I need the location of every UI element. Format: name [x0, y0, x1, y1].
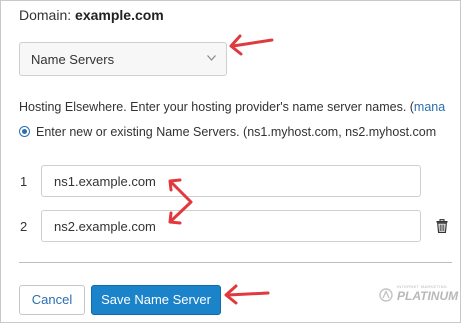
platinum-logo-icon	[379, 288, 393, 302]
domain-label: Domain:	[19, 7, 72, 23]
annotation-arrow	[229, 34, 274, 56]
radio-label: Enter new or existing Name Servers. (ns1…	[36, 125, 437, 139]
nameserver-number: 1	[20, 174, 28, 189]
hosting-info-text: Hosting Elsewhere. Enter your hosting pr…	[19, 100, 445, 114]
custom-nameservers-option[interactable]: Enter new or existing Name Servers. (ns1…	[19, 125, 436, 139]
divider	[19, 262, 452, 263]
radio-button[interactable]	[19, 126, 30, 137]
select-value: Name Servers	[31, 52, 115, 67]
nameserver-number: 2	[20, 219, 28, 234]
save-nameserver-button[interactable]: Save Name Server	[91, 285, 221, 315]
nameserver-type-select[interactable]: Name Servers	[19, 42, 227, 76]
nameserver-2-input[interactable]: ns2.example.com	[41, 210, 421, 242]
nameserver-1-input[interactable]: ns1.example.com	[41, 165, 421, 197]
info-text: Hosting Elsewhere. Enter your hosting pr…	[19, 100, 414, 114]
domain-value: example.com	[75, 7, 164, 23]
chevron-down-icon	[207, 55, 216, 61]
domain-heading: Domain: example.com	[19, 7, 164, 23]
nameserver-2-value: ns2.example.com	[54, 219, 156, 234]
annotation-arrow	[224, 284, 270, 305]
trash-icon[interactable]	[436, 219, 448, 233]
manage-link[interactable]: mana	[414, 100, 445, 114]
nameserver-panel: Domain: example.com Name Servers Hosting…	[0, 0, 461, 323]
watermark-name: PLATINUM	[397, 289, 459, 303]
annotation-arrow	[168, 178, 193, 225]
cancel-button[interactable]: Cancel	[19, 285, 85, 315]
nameserver-1-value: ns1.example.com	[54, 174, 156, 189]
watermark-logo: INTERNET MARKETING PLATINUM	[379, 284, 458, 314]
